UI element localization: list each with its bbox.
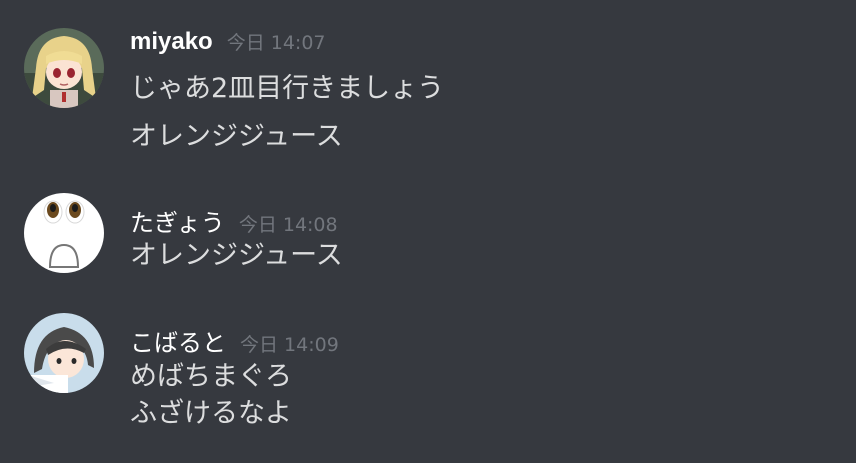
anime-dark-hair-boy-avatar-icon <box>24 313 104 393</box>
timestamp[interactable]: 今日 14:08 <box>239 210 338 237</box>
message-text: オレンジジュース <box>130 121 343 152</box>
message-header: miyako 今日 14:07 <box>130 28 326 58</box>
timestamp[interactable]: 今日 14:07 <box>227 28 326 55</box>
username[interactable]: たぎょう <box>130 203 225 238</box>
message-header: こばると 今日 14:09 <box>130 323 339 357</box>
anime-blonde-girl-avatar-icon <box>24 28 104 108</box>
avatar[interactable] <box>24 193 104 273</box>
avatar[interactable] <box>24 313 104 393</box>
message-text: オレンジジュース <box>130 240 343 271</box>
message-group: こばると 今日 14:09 めばちまぐろ ふざけるなよ <box>24 313 844 443</box>
message-group: miyako 今日 14:07 じゃあ2皿目行きましょう オレンジジュース <box>24 28 844 158</box>
message-header: たぎょう 今日 14:08 <box>130 203 338 237</box>
username[interactable]: miyako <box>130 28 213 56</box>
surprised-face-avatar-icon <box>24 193 104 273</box>
username[interactable]: こばると <box>130 323 226 358</box>
avatar[interactable] <box>24 28 104 108</box>
message-group: たぎょう 今日 14:08 オレンジジュース <box>24 193 844 283</box>
message-text: めばちまぐろ <box>130 361 292 392</box>
message-text: ふざけるなよ <box>130 398 292 429</box>
timestamp[interactable]: 今日 14:09 <box>240 330 339 357</box>
chat-messages: miyako 今日 14:07 じゃあ2皿目行きましょう オレンジジュース たぎ… <box>0 0 856 463</box>
message-text: じゃあ2皿目行きましょう <box>130 73 445 104</box>
